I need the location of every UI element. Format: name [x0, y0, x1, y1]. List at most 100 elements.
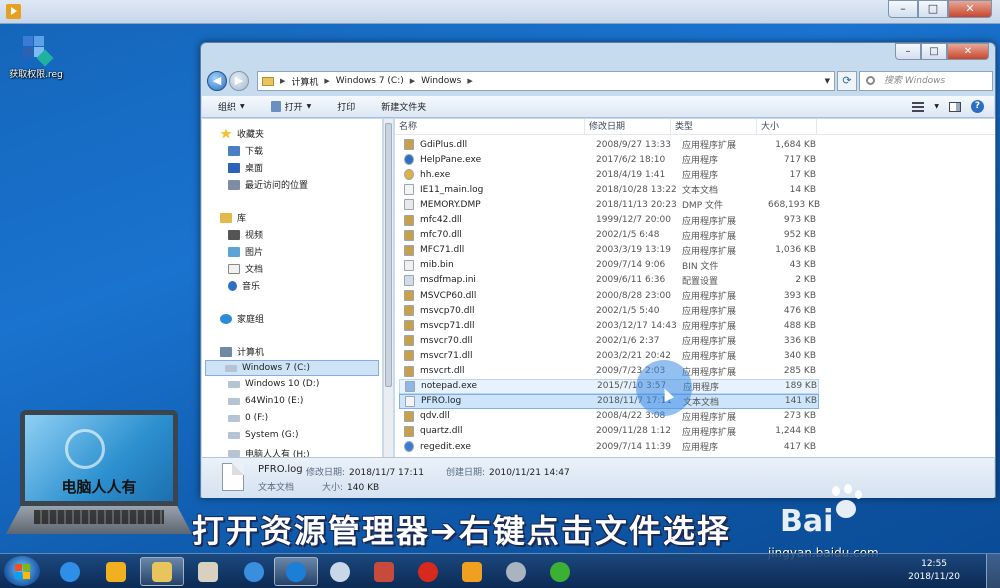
nav-drive-f[interactable]: 0 (F:): [228, 413, 268, 423]
details-created-value: 2010/11/21 14:47: [489, 468, 570, 478]
taskbar-general[interactable]: [406, 557, 450, 586]
file-row[interactable]: msvcp71.dll 2003/12/17 14:43 应用程序扩展 488 KB: [399, 318, 819, 333]
dll-icon: [404, 410, 414, 422]
help-icon[interactable]: ?: [971, 100, 984, 113]
file-name: PFRO.log: [421, 396, 462, 407]
nav-libraries[interactable]: 库: [220, 211, 246, 224]
nav-videos[interactable]: 视频: [228, 228, 263, 241]
taskbar-robot[interactable]: [494, 557, 538, 586]
explorer-minimize-button[interactable]: –: [895, 43, 921, 60]
nav-drive-c[interactable]: Windows 7 (C:): [205, 360, 379, 376]
show-desktop-button[interactable]: [986, 554, 1000, 588]
details-created: 创建日期: 2010/11/21 14:47: [446, 465, 570, 478]
file-row[interactable]: qdv.dll 2008/4/22 3:08 应用程序扩展 273 KB: [399, 409, 819, 424]
nav-computer[interactable]: 计算机: [220, 345, 264, 358]
command-bar: 组织 ▼ 打开 ▼ 打印 新建文件夹 ▼ ?: [202, 96, 994, 118]
minimize-button[interactable]: –: [888, 0, 918, 18]
chevron-down-icon[interactable]: ▼: [825, 77, 830, 85]
file-row[interactable]: msvcp70.dll 2002/1/5 5:40 应用程序扩展 476 KB: [399, 303, 819, 318]
drive-icon: [225, 364, 237, 372]
nav-favorites[interactable]: 收藏夹: [220, 127, 264, 140]
file-row[interactable]: PFRO.log 2018/11/7 17:11 文本文档 141 KB: [399, 393, 819, 409]
file-date: 2003/3/19 13:19: [596, 245, 671, 256]
nav-drive-g[interactable]: System (G:): [228, 430, 298, 440]
taskbar-player[interactable]: [450, 557, 494, 586]
file-size: 43 KB: [789, 260, 816, 271]
nav-recent[interactable]: 最近访问的位置: [228, 178, 308, 191]
file-row[interactable]: mib.bin 2009/7/14 9:06 BIN 文件 43 KB: [399, 258, 819, 273]
column-header-type[interactable]: 类型: [671, 119, 757, 135]
forward-button[interactable]: ▶: [229, 71, 249, 91]
explorer-close-button[interactable]: ✕: [947, 43, 989, 60]
taskbar-ie[interactable]: [48, 557, 92, 586]
file-size: 1,684 KB: [775, 139, 816, 150]
nav-drive-h[interactable]: 电脑人人有 (H:): [228, 447, 310, 457]
nav-downloads[interactable]: 下载: [228, 144, 263, 157]
file-row[interactable]: notepad.exe 2015/7/10 3:57 应用程序 189 KB: [399, 378, 819, 394]
nav-pictures[interactable]: 图片: [228, 245, 263, 258]
breadcrumb-computer[interactable]: 计算机: [291, 75, 318, 88]
explorer-maximize-button[interactable]: □: [921, 43, 947, 60]
back-button[interactable]: ◀: [207, 71, 227, 91]
navigation-scrollbar[interactable]: [383, 119, 393, 457]
help-app-icon: [404, 154, 414, 166]
taskbar-app-dots[interactable]: [232, 557, 276, 586]
file-row[interactable]: mfc70.dll 2002/1/5 6:48 应用程序扩展 952 KB: [399, 228, 819, 243]
taskbar-paint[interactable]: [186, 557, 230, 586]
player-window-controls: – □ ✕: [888, 0, 992, 18]
breadcrumb-drive-c[interactable]: Windows 7 (C:): [336, 76, 404, 86]
taskbar-fan[interactable]: [318, 557, 362, 586]
file-type: 应用程序扩展: [682, 367, 737, 378]
new-folder-button[interactable]: 新建文件夹: [365, 100, 436, 113]
open-button[interactable]: 打开 ▼: [255, 100, 322, 113]
nav-desktop[interactable]: 桌面: [228, 161, 263, 174]
nav-music[interactable]: 音乐: [228, 279, 260, 292]
column-header-date[interactable]: 修改日期: [585, 119, 671, 135]
chevron-down-icon[interactable]: ▼: [934, 103, 939, 110]
details-modified: 修改日期: 2018/11/7 17:11: [306, 465, 424, 478]
navigation-pane: 收藏夹 下载 桌面 最近访问的位置 库 视频 图片 文档 音乐 家庭组 计算机 …: [202, 119, 382, 457]
file-row[interactable]: MSVCP60.dll 2000/8/28 23:00 应用程序扩展 393 KB: [399, 288, 819, 303]
search-input[interactable]: 搜索 Windows: [859, 71, 993, 91]
taskbar-explorer[interactable]: [140, 557, 184, 586]
taskbar-browser[interactable]: [274, 557, 318, 586]
nav-drive-d[interactable]: Windows 10 (D:): [228, 379, 319, 389]
address-bar[interactable]: ▶ 计算机 ▶ Windows 7 (C:) ▶ Windows ▶ ▼: [257, 71, 835, 91]
text-file-icon: [405, 395, 415, 407]
nav-homegroup[interactable]: 家庭组: [220, 312, 264, 325]
breadcrumb-windows[interactable]: Windows: [421, 76, 461, 86]
taskbar-tools[interactable]: [362, 557, 406, 586]
file-row[interactable]: msvcr70.dll 2002/1/6 2:37 应用程序扩展 336 KB: [399, 333, 819, 348]
file-row[interactable]: mfc42.dll 1999/12/7 20:00 应用程序扩展 973 KB: [399, 213, 819, 228]
nav-documents[interactable]: 文档: [228, 262, 263, 275]
file-row[interactable]: MFC71.dll 2003/3/19 13:19 应用程序扩展 1,036 KB: [399, 243, 819, 258]
desktop-icon-reg-file[interactable]: 获取权限.reg: [6, 34, 66, 80]
file-row[interactable]: MEMORY.DMP 2018/11/13 20:23 DMP 文件 668,193 …: [399, 197, 820, 212]
file-row[interactable]: hh.exe 2018/4/19 1:41 应用程序 17 KB: [399, 167, 819, 182]
file-row[interactable]: msvcr71.dll 2003/2/21 20:42 应用程序扩展 340 KB: [399, 348, 819, 363]
column-header-name[interactable]: 名称: [395, 119, 585, 135]
clock[interactable]: 12:55 2018/11/20: [908, 558, 960, 584]
preview-pane-icon[interactable]: [949, 101, 961, 112]
view-options-icon[interactable]: [912, 101, 925, 112]
file-row[interactable]: GdiPlus.dll 2008/9/27 13:33 应用程序扩展 1,684 KB: [399, 137, 819, 152]
start-button[interactable]: [4, 556, 40, 586]
scrollbar-thumb[interactable]: [385, 123, 392, 387]
maximize-button[interactable]: □: [918, 0, 948, 18]
file-row[interactable]: quartz.dll 2009/11/28 1:12 应用程序扩展 1,244 KB: [399, 424, 819, 439]
file-row[interactable]: regedit.exe 2009/7/14 11:39 应用程序 417 KB: [399, 439, 819, 454]
file-row[interactable]: IE11_main.log 2018/10/28 13:22 文本文档 14 KB: [399, 182, 819, 197]
refresh-button[interactable]: ⟳: [837, 71, 857, 91]
column-header-size[interactable]: 大小: [757, 119, 817, 135]
nav-drive-e[interactable]: 64Win10 (E:): [228, 396, 303, 406]
taskbar-media[interactable]: [94, 557, 138, 586]
print-button[interactable]: 打印: [321, 100, 365, 113]
file-row[interactable]: HelpPane.exe 2017/6/2 18:10 应用程序 717 KB: [399, 152, 819, 167]
taskbar-wechat[interactable]: [538, 557, 582, 586]
close-button[interactable]: ✕: [948, 0, 992, 18]
clock-date: 2018/11/20: [908, 572, 960, 582]
file-row[interactable]: msdfmap.ini 2009/6/11 6:36 配置设置 2 KB: [399, 273, 819, 288]
file-row[interactable]: msvcrt.dll 2009/7/23 2:03 应用程序扩展 285 KB: [399, 364, 819, 379]
file-date: 2002/1/6 2:37: [596, 335, 660, 346]
organize-button[interactable]: 组织 ▼: [202, 100, 255, 113]
